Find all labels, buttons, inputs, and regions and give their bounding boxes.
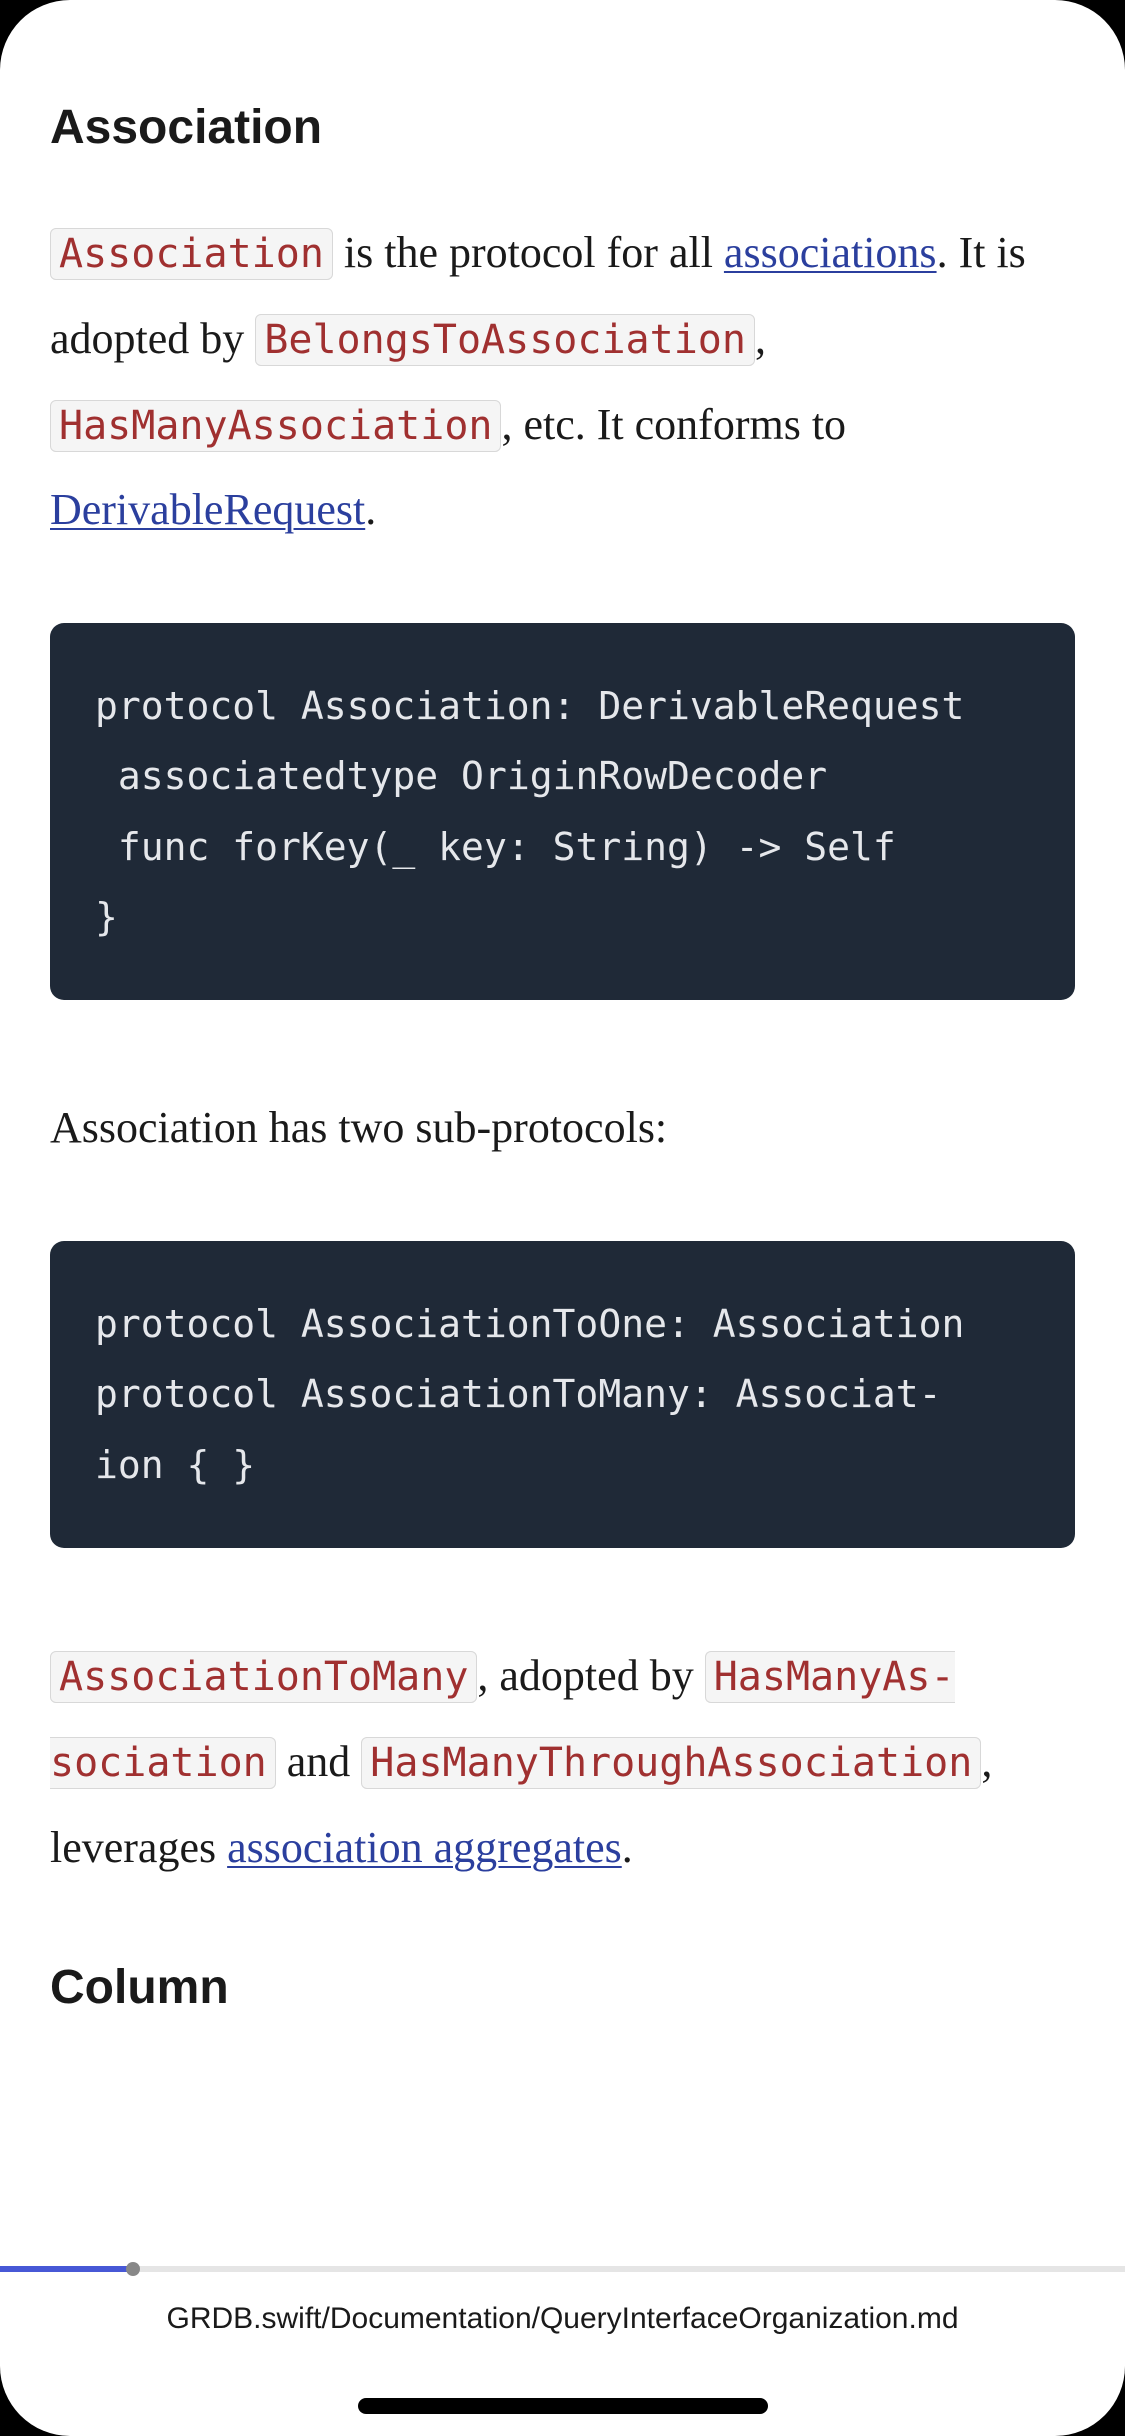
text-fragment: is the protocol for all	[333, 228, 724, 277]
reading-progress-thumb[interactable]	[126, 2262, 140, 2276]
link-associations[interactable]: associa­tions	[724, 228, 937, 277]
link-derivable-request[interactable]: DerivableRequest	[50, 485, 365, 534]
code-association-to-many: AssociationToMany	[50, 1651, 477, 1703]
text-fragment: .	[365, 485, 376, 534]
code-block-sub-protocols: protocol AssociationToOne: Association p…	[50, 1241, 1075, 1548]
association-intro-paragraph: Association is the protocol for all asso…	[50, 210, 1075, 553]
heading-column: Column	[50, 1960, 1075, 2015]
device-frame: Association Association is the protocol …	[0, 0, 1125, 2436]
reading-progress-fill	[0, 2266, 132, 2272]
text-fragment: and	[276, 1737, 362, 1786]
reading-progress-track[interactable]	[0, 2266, 1125, 2272]
document-content[interactable]: Association Association is the protocol …	[0, 0, 1125, 2266]
code-has-many-association: HasManyAssociation	[50, 400, 501, 452]
footer: GRDB.swift/Documentation/QueryInterfaceO…	[0, 2266, 1125, 2436]
text-fragment: , adopted by	[477, 1651, 704, 1700]
text-fragment: ,	[755, 314, 766, 363]
sub-protocols-paragraph: Association has two sub-protocols:	[50, 1085, 1075, 1171]
text-fragment: , etc. It conforms to	[501, 400, 846, 449]
heading-association: Association	[50, 100, 1075, 155]
document-path: GRDB.swift/Documentation/QueryInterfaceO…	[167, 2302, 959, 2336]
code-block-protocol-association: protocol Association: DerivableRequest a…	[50, 623, 1075, 1000]
link-association-aggregates[interactable]: association aggregates	[227, 1823, 622, 1872]
text-fragment: .	[622, 1823, 633, 1872]
code-belongs-to-association: BelongsToAssocia­tion	[255, 314, 755, 366]
code-association: Association	[50, 228, 333, 280]
code-has-many-through-association: HasManyThroughAssociation	[361, 1737, 981, 1789]
home-indicator[interactable]	[358, 2398, 768, 2414]
association-to-many-paragraph: AssociationToMany, adopted by HasManyAs­…	[50, 1633, 1075, 1890]
